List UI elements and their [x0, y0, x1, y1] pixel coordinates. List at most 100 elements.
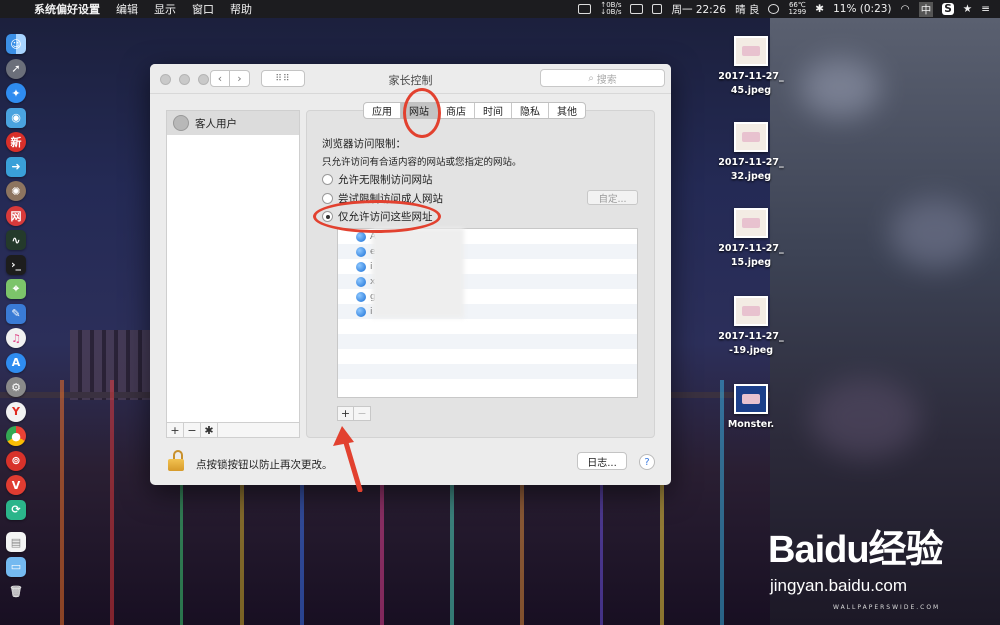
vivaldi-icon[interactable]: V	[6, 475, 26, 495]
help-button[interactable]: ?	[639, 454, 655, 470]
logs-button[interactable]: 日志...	[577, 452, 627, 470]
section-title: 浏览器访问限制：	[322, 138, 406, 150]
file-thumbnail	[734, 36, 768, 66]
document-icon[interactable]: ▤	[6, 532, 26, 552]
folder-icon[interactable]	[578, 4, 592, 14]
option-label: 允许无限制访问网站	[338, 174, 433, 186]
file-thumbnail	[734, 296, 768, 326]
gear-icon[interactable]: ✱	[201, 423, 218, 437]
globe-icon	[356, 246, 366, 257]
maps-icon[interactable]: ⌖	[6, 279, 26, 299]
app-store-icon[interactable]: A	[6, 352, 26, 373]
annotation-circle-option	[313, 200, 441, 233]
bluetooth-icon[interactable]: ✱	[815, 3, 824, 15]
wechat-icon[interactable]	[768, 4, 780, 14]
terminal-icon[interactable]: ›_	[6, 254, 26, 275]
tab-privacy[interactable]: 隐私	[512, 103, 549, 118]
globe-icon	[356, 231, 366, 242]
star-icon[interactable]: ★	[963, 3, 972, 15]
search-icon: ⌕	[588, 72, 594, 84]
remove-user-button[interactable]: −	[184, 423, 201, 437]
tab-bar: 应用 网站 商店 时间 隐私 其他	[363, 102, 586, 119]
tab-other[interactable]: 其他	[549, 103, 585, 118]
weather[interactable]: 晴 良	[735, 2, 759, 17]
itunes-icon[interactable]: ♫	[6, 328, 26, 348]
add-user-button[interactable]: +	[167, 423, 184, 437]
option-unrestricted[interactable]: 允许无限制访问网站	[322, 172, 433, 187]
window-icon[interactable]	[652, 4, 663, 14]
baidu-watermark: Baidu经验 jingyan.baidu.com	[768, 518, 944, 595]
weibo-icon[interactable]: 新	[6, 132, 26, 152]
remove-site-button[interactable]: −	[354, 406, 371, 421]
file-name: Monster.	[727, 419, 775, 430]
site-row-empty	[338, 349, 637, 364]
clean-icon[interactable]: ⟳	[6, 499, 26, 520]
user-item-guest[interactable]: 客人用户	[167, 111, 299, 135]
activity-monitor-icon[interactable]: ∿	[6, 230, 26, 250]
add-site-button[interactable]: +	[337, 406, 354, 421]
safari-icon[interactable]: ✦	[6, 83, 26, 103]
dock: ☺ ➚ ✦ ◉ 新 ➜ ✺ 网 ∿ ›_ ⌖ ✎ ♫ A ⚙ Y ● ⊚ V ⟳…	[4, 34, 28, 609]
menu-app-name[interactable]: 系统偏好设置	[30, 1, 108, 17]
yandex-icon[interactable]: Y	[6, 401, 26, 422]
display-icon[interactable]	[630, 4, 644, 14]
migration-icon[interactable]: ➜	[6, 156, 26, 177]
file-name: 2017-11-27_ 32.jpeg	[718, 157, 784, 182]
file-name: 2017-11-27_ -19.jpeg	[718, 331, 784, 356]
settings-wheel-icon[interactable]: ✺	[6, 181, 26, 201]
watermark-url: jingyan.baidu.com	[770, 576, 908, 595]
list-icon[interactable]: ≡	[981, 3, 990, 15]
desktop-file[interactable]: 2017-11-27_ 32.jpeg	[711, 122, 791, 184]
net-speed[interactable]: ↑0B/s ↓0B/s	[600, 2, 621, 16]
menu-window[interactable]: 窗口	[184, 1, 222, 17]
net-down: ↓0B/s	[600, 8, 622, 16]
folder-dock-icon[interactable]: ▭	[6, 556, 26, 577]
annotation-circle-tab	[403, 88, 441, 138]
desktop-file[interactable]: 2017-11-27_ 45.jpeg	[711, 36, 791, 98]
chrome-icon[interactable]: ●	[6, 426, 26, 446]
user-list: 客人用户	[166, 110, 300, 438]
menu-help[interactable]: 帮助	[222, 1, 260, 17]
file-name: 2017-11-27_ 15.jpeg	[718, 243, 784, 268]
site-row-empty	[338, 379, 637, 394]
search-field[interactable]: ⌕ 搜索	[540, 69, 665, 87]
globe-icon	[356, 291, 366, 302]
xcode-icon[interactable]: ✎	[6, 303, 26, 324]
radio-button[interactable]	[322, 193, 333, 204]
tab-stores[interactable]: 商店	[438, 103, 475, 118]
system-preferences-icon[interactable]: ⚙	[6, 377, 26, 397]
tab-time[interactable]: 时间	[475, 103, 512, 118]
preview-icon[interactable]: ◉	[6, 107, 26, 128]
netease-music-icon[interactable]: ⊚	[6, 450, 26, 471]
file-thumbnail	[734, 122, 768, 152]
avatar	[173, 115, 189, 131]
menu-edit[interactable]: 编辑	[108, 1, 146, 17]
wallpaper-watermark: WALLPAPERSWIDE.COM	[833, 604, 941, 611]
tab-apps[interactable]: 应用	[364, 103, 401, 118]
title-bar: ‹ › ⠿⠿ 家长控制 ⌕ 搜索	[150, 64, 671, 94]
globe-icon	[356, 276, 366, 287]
rpm: 1299	[788, 8, 807, 16]
desktop-file[interactable]: 2017-11-27_ 15.jpeg	[711, 208, 791, 270]
input-method[interactable]: 中	[918, 1, 934, 17]
desktop-file-monster[interactable]: Monster.	[711, 384, 791, 432]
wifi-icon[interactable]: ◠	[901, 3, 910, 15]
file-name: 2017-11-27_ 45.jpeg	[718, 71, 784, 96]
radio-button[interactable]	[322, 174, 333, 185]
desktop-file[interactable]: 2017-11-27_ -19.jpeg	[711, 296, 791, 358]
search-placeholder: 搜索	[596, 74, 617, 86]
trash-icon[interactable]: 🗑	[6, 581, 26, 601]
launchpad-icon[interactable]: ➚	[6, 58, 26, 79]
clock[interactable]: 周一 22:26	[671, 2, 726, 17]
netease-icon[interactable]: 网	[6, 205, 26, 226]
section-description: 只允许访问有合适内容的网站或您指定的网站。	[322, 157, 522, 168]
customize-button[interactable]: 自定...	[587, 190, 638, 205]
menu-view[interactable]: 显示	[146, 1, 184, 17]
redaction-blur	[372, 228, 464, 318]
temp-fan[interactable]: 66℃ 1299	[788, 2, 806, 16]
finder-icon[interactable]: ☺	[6, 34, 26, 54]
globe-icon	[356, 306, 366, 317]
s-app-icon[interactable]: S	[942, 3, 954, 15]
battery[interactable]: 11% (0:23)	[833, 3, 891, 15]
lock-icon[interactable]	[168, 450, 184, 472]
